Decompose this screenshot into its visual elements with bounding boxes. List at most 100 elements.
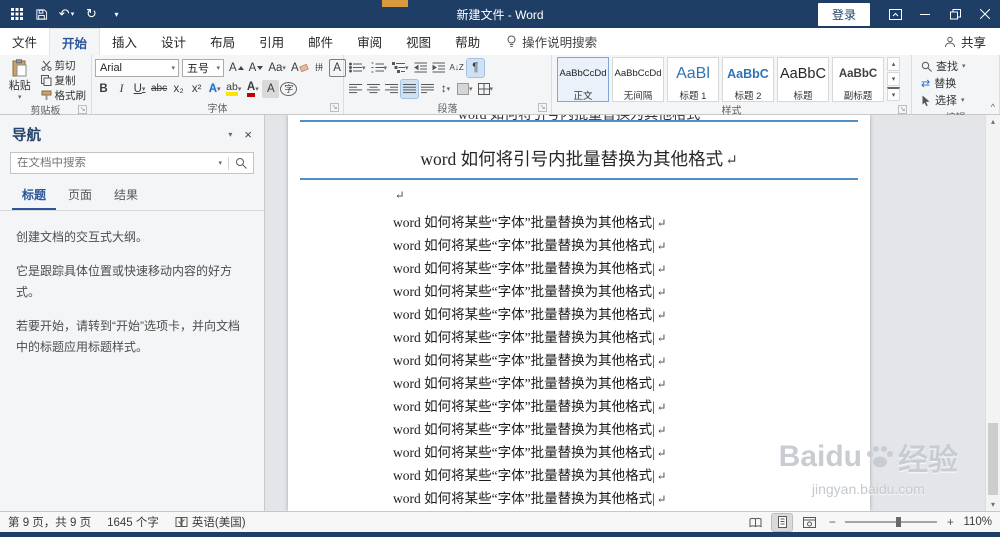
styles-more-button[interactable]: ▾ <box>887 87 900 101</box>
document-line[interactable]: word 如何将某些“字体”批量替换为其他格式| ↵ <box>393 235 870 258</box>
document-line[interactable]: word 如何将某些“字体”批量替换为其他格式| ↵ <box>393 350 870 373</box>
share-button[interactable]: 共享 <box>930 28 1000 55</box>
show-marks-button[interactable]: ¶ <box>465 57 485 78</box>
zoom-level[interactable]: 110% <box>963 516 992 528</box>
web-layout-button[interactable] <box>799 514 819 531</box>
superscript-button[interactable]: x² <box>188 80 205 98</box>
style-card-无间隔[interactable]: AaBbCcDd 无间隔 <box>612 57 664 102</box>
tab-视图[interactable]: 视图 <box>394 28 443 55</box>
document-line[interactable]: word 如何将某些“字体”批量替换为其他格式| ↵ <box>393 396 870 419</box>
scroll-down-arrow[interactable]: ▾ <box>986 500 1000 509</box>
document-line[interactable]: word 如何将某些“字体”批量替换为其他格式| ↵ <box>393 258 870 281</box>
decrease-indent-button[interactable] <box>412 59 429 77</box>
grow-font-button[interactable]: A <box>227 59 246 77</box>
save-button[interactable] <box>29 0 54 28</box>
underline-button[interactable]: U ▾ <box>131 80 148 98</box>
tellme-search[interactable]: 操作说明搜索 <box>496 28 607 55</box>
empty-paragraph[interactable]: ↵ <box>393 186 870 204</box>
change-case-button[interactable]: Aa ▾ <box>266 59 288 77</box>
line-spacing-button[interactable]: ↕ ▾ <box>437 80 454 98</box>
font-family-select[interactable]: Arial ▾ <box>95 58 179 77</box>
text-highlight-button[interactable]: ab ▾ <box>224 80 243 98</box>
redo-button[interactable]: ↻ <box>79 0 104 28</box>
scrollbar-thumb[interactable] <box>988 423 998 495</box>
zoom-thumb[interactable] <box>896 517 902 527</box>
clear-formatting-button[interactable]: A <box>289 59 310 77</box>
copy-button[interactable]: 复制 <box>39 73 89 87</box>
align-left-button[interactable] <box>347 80 364 98</box>
tab-审阅[interactable]: 审阅 <box>345 28 394 55</box>
restore-button[interactable] <box>940 0 970 28</box>
select-button[interactable]: 选择 ▾ <box>921 93 965 107</box>
increase-indent-button[interactable] <box>430 59 447 77</box>
multilevel-list-button[interactable]: ▾ <box>390 59 411 77</box>
character-shading-button[interactable]: A <box>262 79 280 98</box>
tab-设计[interactable]: 设计 <box>149 28 198 55</box>
tab-布局[interactable]: 布局 <box>198 28 247 55</box>
borders-button[interactable]: ▾ <box>476 80 496 98</box>
font-size-select[interactable]: 五号 ▾ <box>182 58 224 77</box>
navpane-tab-页面[interactable]: 页面 <box>58 182 102 210</box>
document-heading[interactable]: word 如何将引号内批量替换为其他格式 ↵ <box>300 146 858 180</box>
customize-qat-button[interactable]: ▾ <box>104 0 129 28</box>
word-count[interactable]: 1645 个字 <box>107 514 159 530</box>
scroll-up-arrow[interactable]: ▴ <box>986 117 1000 126</box>
style-card-正文[interactable]: AaBbCcDd 正文 <box>557 57 609 102</box>
format-painter-button[interactable]: 格式刷 <box>39 88 89 102</box>
vertical-scrollbar[interactable]: ▴ ▾ <box>985 115 1000 511</box>
tab-插入[interactable]: 插入 <box>100 28 149 55</box>
phonetic-guide-button[interactable]: 拼 <box>311 59 328 77</box>
style-card-标题 1[interactable]: AaBl 标题 1 <box>667 57 719 102</box>
paste-button[interactable]: 粘贴 ▾ <box>3 57 37 101</box>
styles-dialog-launcher[interactable]: ↘ <box>898 105 907 114</box>
document-line[interactable]: word 如何将某些“字体”批量替换为其他格式| ↵ <box>393 212 870 235</box>
styles-scroll-down-button[interactable]: ▾ <box>887 72 900 86</box>
font-dialog-launcher[interactable]: ↘ <box>330 103 339 112</box>
print-layout-button[interactable] <box>771 512 794 532</box>
navpane-options-caret-icon[interactable]: ▾ <box>228 130 232 139</box>
style-card-标题[interactable]: AaBbC 标题 <box>777 57 829 102</box>
undo-button[interactable]: ↶ ▾ <box>54 0 79 28</box>
align-center-button[interactable] <box>365 80 382 98</box>
document-line[interactable]: word 如何将某些“字体”批量替换为其他格式| ↵ <box>393 327 870 350</box>
tab-开始[interactable]: 开始 <box>49 28 101 55</box>
font-color-button[interactable]: A ▾ <box>244 80 261 98</box>
bold-button[interactable]: B <box>95 80 112 98</box>
navpane-close-button[interactable]: × <box>244 127 252 142</box>
shrink-font-button[interactable]: A <box>247 59 266 77</box>
language-indicator[interactable]: 英语(美国) <box>175 514 246 530</box>
document-line[interactable]: word 如何将某些“字体”批量替换为其他格式| ↵ <box>393 304 870 327</box>
ribbon-display-options-button[interactable] <box>880 0 910 28</box>
collapse-ribbon-button[interactable]: ^ <box>991 102 995 112</box>
style-card-标题 2[interactable]: AaBbC 标题 2 <box>722 57 774 102</box>
read-mode-button[interactable] <box>745 514 765 531</box>
tab-file[interactable]: 文件 <box>0 28 49 55</box>
zoom-in-button[interactable]: + <box>944 515 956 529</box>
search-options-caret-icon[interactable]: ▾ <box>218 159 222 167</box>
close-button[interactable] <box>970 0 1000 28</box>
style-card-副标题[interactable]: AaBbC 副标题 <box>832 57 884 102</box>
distribute-button[interactable] <box>419 80 436 98</box>
align-right-button[interactable] <box>383 80 400 98</box>
zoom-slider[interactable] <box>845 516 938 528</box>
tab-帮助[interactable]: 帮助 <box>443 28 492 55</box>
shading-button[interactable]: ▾ <box>455 80 475 98</box>
find-button[interactable]: 查找 ▾ <box>921 59 966 73</box>
paragraph-dialog-launcher[interactable]: ↘ <box>538 103 547 112</box>
navpane-tab-标题[interactable]: 标题 <box>12 182 57 210</box>
styles-scroll-up-button[interactable]: ▴ <box>887 57 900 71</box>
sort-button[interactable]: A↓Z <box>448 59 466 77</box>
replace-button[interactable]: ⇄ 替换 <box>921 76 956 91</box>
login-button[interactable]: 登录 <box>817 2 870 26</box>
enclose-characters-button[interactable]: 字 <box>280 81 298 96</box>
italic-button[interactable]: I <box>113 80 130 98</box>
minimize-button[interactable] <box>910 0 940 28</box>
clipboard-dialog-launcher[interactable]: ↘ <box>78 105 87 114</box>
document-line[interactable]: word 如何将某些“字体”批量替换为其他格式| ↵ <box>393 373 870 396</box>
numbering-button[interactable]: ▾ <box>369 59 390 77</box>
text-effects-button[interactable]: A ▾ <box>206 80 223 98</box>
justify-button[interactable] <box>400 78 419 99</box>
document-line[interactable]: word 如何将某些“字体”批量替换为其他格式| ↵ <box>393 281 870 304</box>
subscript-button[interactable]: x₂ <box>170 80 187 98</box>
tab-引用[interactable]: 引用 <box>247 28 296 55</box>
